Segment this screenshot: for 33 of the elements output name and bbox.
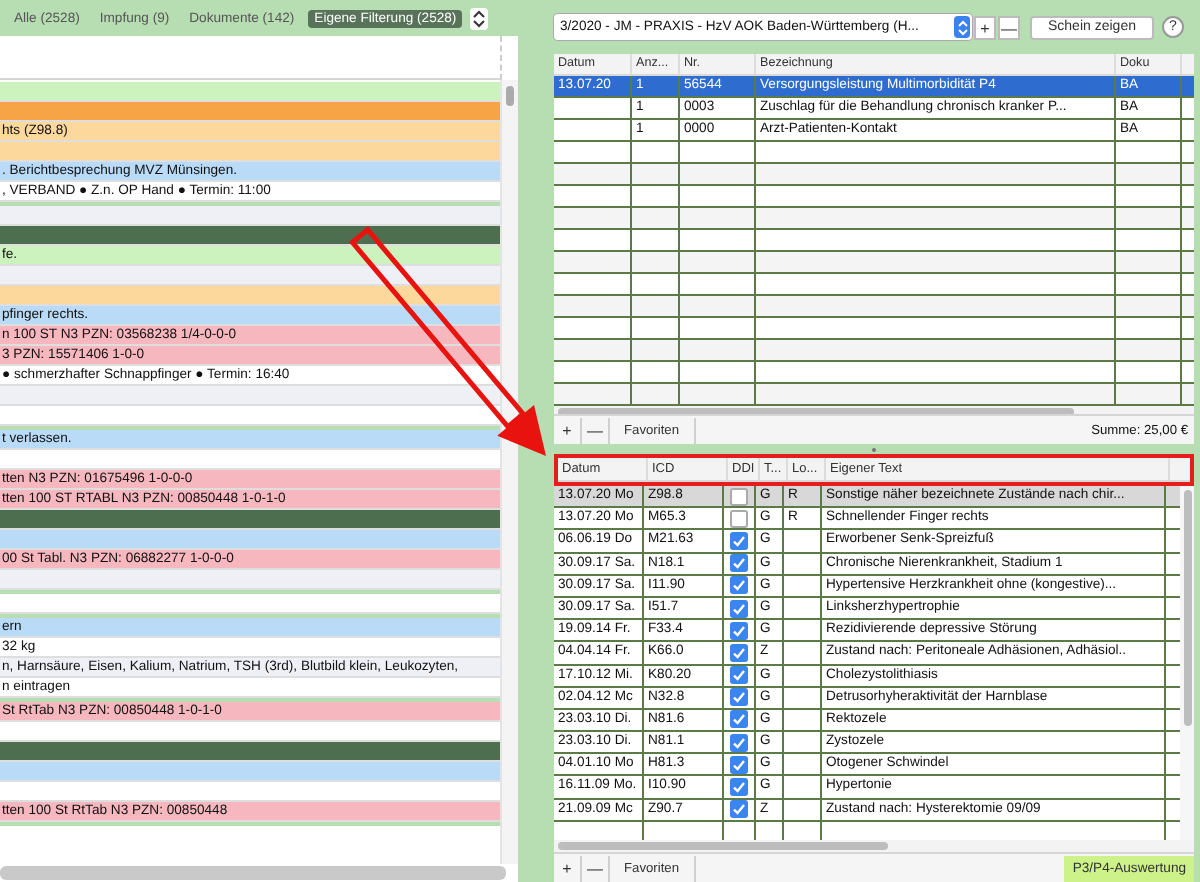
splitter-handle-icon[interactable] [872,447,876,451]
timeline-row[interactable] [0,286,500,306]
checkbox[interactable] [730,733,748,752]
remove-button[interactable]: — [582,417,610,443]
timeline-row[interactable] [0,510,500,530]
checkbox[interactable] [730,599,748,618]
scrollbar[interactable] [0,866,506,880]
checkbox[interactable] [730,778,748,797]
scroll-thumb[interactable] [1183,490,1191,726]
checkbox[interactable] [730,576,748,595]
checkbox[interactable] [730,666,748,685]
checkbox[interactable] [730,688,748,707]
stepper-icon[interactable] [954,16,970,38]
timeline-row[interactable] [0,742,500,762]
checkbox[interactable] [730,487,748,506]
checkbox[interactable] [730,509,748,528]
checkbox[interactable] [730,755,748,774]
checkbox[interactable] [730,621,748,640]
timeline-row[interactable] [0,266,500,286]
scrollbar[interactable] [500,80,518,864]
scroll-thumb[interactable] [558,408,1074,414]
checkbox[interactable] [730,643,748,662]
checkbox[interactable] [730,554,748,573]
scroll-thumb[interactable] [506,86,514,106]
checkbox[interactable] [730,531,748,550]
timeline-row[interactable] [0,226,500,246]
checkbox[interactable] [730,710,748,729]
remove-button[interactable]: — [998,15,1020,39]
scroll-thumb[interactable] [558,842,888,850]
add-button[interactable]: + [974,15,996,39]
remove-button[interactable]: — [582,855,610,881]
checkbox[interactable] [730,800,748,819]
dropdown-stepper-icon[interactable] [470,7,489,29]
